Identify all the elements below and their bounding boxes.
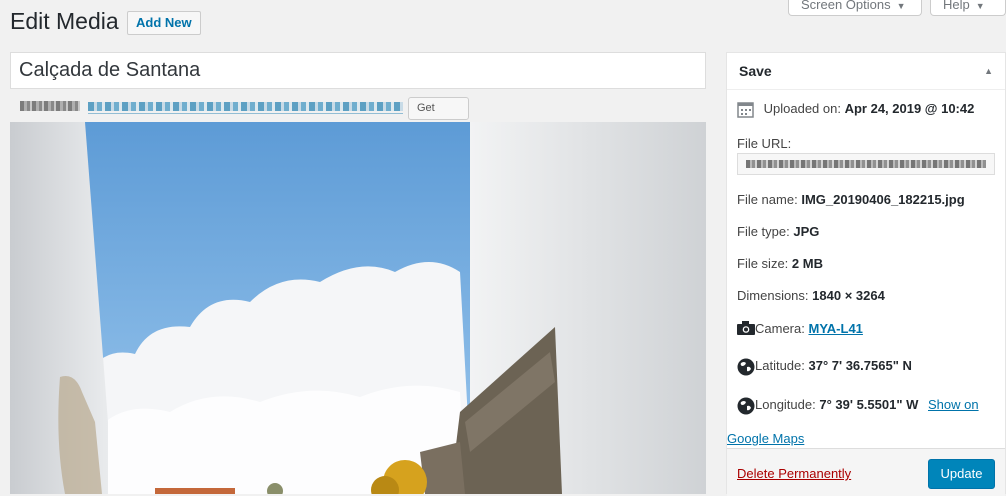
file-size: File size: 2 MB — [737, 256, 823, 271]
caret-up-icon[interactable]: ▲ — [984, 66, 993, 76]
update-button[interactable]: Update — [928, 459, 995, 489]
longitude-value: 7° 39' 5.5501" W — [819, 397, 919, 412]
camera-label: Camera: — [755, 321, 805, 336]
uploaded-label: Uploaded on: — [763, 101, 841, 116]
media-image — [10, 122, 706, 494]
file-name-value: IMG_20190406_182215.jpg — [801, 192, 965, 207]
save-metabox: Save ▲ Uploaded on: Apr 24, 2019 @ 10:42… — [726, 52, 1006, 496]
globe-icon — [737, 358, 755, 376]
dimensions: Dimensions: 1840 × 3264 — [737, 288, 885, 303]
file-name-label: File name: — [737, 192, 798, 207]
longitude-label: Longitude: — [755, 397, 816, 412]
dimensions-value: 1840 × 3264 — [812, 288, 885, 303]
caret-down-icon: ▼ — [896, 1, 906, 11]
calendar-icon — [737, 102, 754, 118]
show-on-link[interactable]: Show on — [928, 397, 979, 412]
file-url-field[interactable] — [737, 153, 995, 175]
camera: Camera: MYA-L41 — [737, 321, 863, 336]
save-header[interactable]: Save ▲ — [727, 53, 1005, 90]
file-url-label: File URL: — [737, 136, 792, 151]
screen-options-button[interactable]: Screen Options ▼ — [788, 0, 922, 16]
file-size-value: 2 MB — [791, 256, 823, 271]
delete-permanently-link[interactable]: Delete Permanently — [737, 466, 851, 481]
file-type: File type: JPG — [737, 224, 819, 239]
screen-options-label: Screen Options — [801, 0, 891, 12]
file-name: File name: IMG_20190406_182215.jpg — [737, 192, 965, 207]
permalink-url-redacted[interactable] — [88, 102, 403, 114]
page-title: Edit Media — [10, 8, 119, 34]
latitude-label: Latitude: — [755, 358, 805, 373]
major-publishing-actions: Delete Permanently Update — [727, 448, 1005, 496]
file-size-label: File size: — [737, 256, 789, 271]
file-type-label: File type: — [737, 224, 790, 239]
help-button[interactable]: Help ▼ — [930, 0, 1006, 16]
google-maps-link[interactable]: Google Maps — [727, 431, 804, 446]
permalink-label-redacted — [20, 101, 80, 111]
uploaded-value: Apr 24, 2019 @ 10:42 — [844, 101, 975, 116]
camera-model-link[interactable]: MYA-L41 — [808, 321, 862, 336]
title-input[interactable]: Calçada de Santana — [10, 52, 706, 89]
help-label: Help — [943, 0, 970, 12]
latitude-value: 37° 7' 36.7565" N — [808, 358, 912, 373]
street-photo — [10, 122, 706, 494]
dimensions-label: Dimensions: — [737, 288, 809, 303]
globe-icon — [737, 397, 755, 415]
latitude: Latitude: 37° 7' 36.7565" N — [737, 358, 912, 376]
save-title: Save — [739, 63, 772, 79]
camera-icon — [737, 321, 755, 335]
longitude: Longitude: 7° 39' 5.5501" W Show on — [737, 397, 979, 415]
file-url-redacted — [746, 160, 986, 168]
get-shortlink-button[interactable]: Get Shortlink — [408, 97, 469, 135]
caret-down-icon: ▼ — [975, 1, 985, 11]
file-type-value: JPG — [793, 224, 820, 239]
uploaded-on: Uploaded on: Apr 24, 2019 @ 10:42 — [737, 101, 974, 118]
add-new-button[interactable]: Add New — [127, 11, 201, 35]
